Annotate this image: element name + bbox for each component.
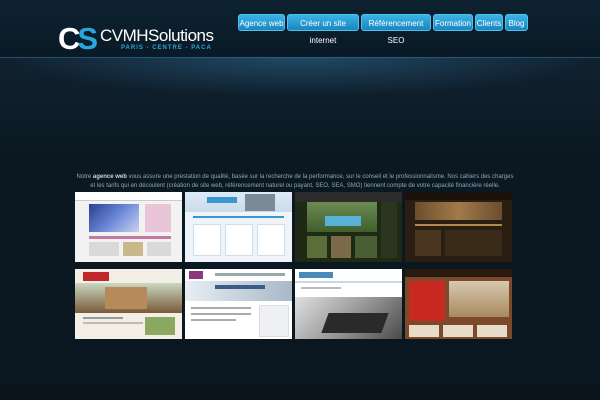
logo-letter-s: S bbox=[77, 21, 98, 56]
portfolio-thumb-pool[interactable] bbox=[295, 192, 402, 262]
logo-name: CVMHSolutions bbox=[100, 26, 214, 45]
site-logo[interactable]: CS CVMHSolutions PARIS - CENTRE - PACA bbox=[58, 23, 218, 55]
portfolio-thumb-jewelry[interactable] bbox=[75, 192, 182, 262]
nav-referencement-seo[interactable]: Référencement SEO bbox=[361, 14, 431, 45]
portfolio-thumb-plugin[interactable] bbox=[185, 192, 292, 262]
portfolio-thumb-hotel[interactable] bbox=[405, 192, 512, 262]
nav-formation[interactable]: Formation bbox=[433, 14, 473, 31]
intro-text: Notre agence web vous assure une prestat… bbox=[75, 173, 515, 191]
portfolio-thumb-gip[interactable] bbox=[185, 269, 292, 339]
page: CS CVMHSolutions PARIS - CENTRE - PACA A… bbox=[0, 0, 600, 400]
intro-highlight[interactable]: agence web bbox=[93, 174, 127, 180]
logo-tagline: PARIS - CENTRE - PACA bbox=[121, 45, 212, 51]
logo-monogram: CS bbox=[58, 21, 98, 56]
nav-blog[interactable]: Blog bbox=[505, 14, 528, 31]
nav-clients[interactable]: Clients bbox=[475, 14, 503, 31]
portfolio-grid bbox=[75, 192, 512, 339]
header-glow bbox=[0, 57, 600, 97]
portfolio-thumb-laptop[interactable] bbox=[295, 269, 402, 339]
intro-part: Notre bbox=[76, 174, 93, 180]
footer-strip bbox=[0, 385, 600, 400]
nav-agence-web[interactable]: Agence web bbox=[238, 14, 285, 31]
logo-letter-c: C bbox=[58, 21, 80, 56]
portfolio-thumb-realestate[interactable] bbox=[405, 269, 512, 339]
portfolio-thumb-house[interactable] bbox=[75, 269, 182, 339]
intro-part: vous assure une prestation de qualité, b… bbox=[90, 174, 514, 189]
nav-creer-site[interactable]: Créer un site internet bbox=[287, 14, 359, 45]
